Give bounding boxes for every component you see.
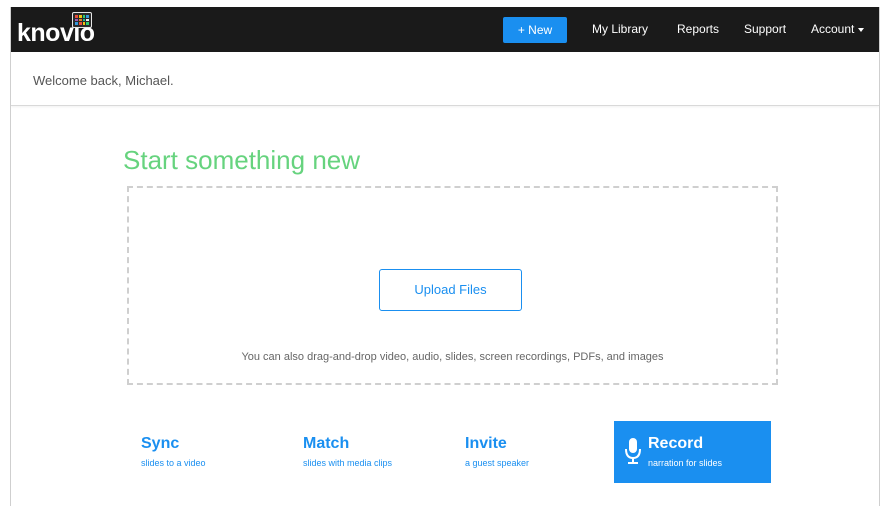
invite-title: Invite [465, 435, 507, 452]
new-button[interactable]: + New [503, 17, 567, 43]
welcome-message: Welcome back, Michael. [33, 73, 174, 88]
match-title: Match [303, 435, 350, 452]
app-window: knovio + New My Library Reports Support … [10, 7, 880, 506]
nav-reports[interactable]: Reports [677, 22, 719, 36]
record-subtitle: narration for slides [648, 458, 723, 468]
page-title: Start something new [123, 145, 361, 175]
microphone-icon [625, 438, 641, 464]
sync-option[interactable]: Sync slides to a video [127, 421, 284, 483]
top-navigation-bar: knovio + New My Library Reports Support … [11, 7, 879, 52]
match-subtitle: slides with media clips [303, 458, 393, 468]
record-option[interactable]: Record narration for slides [614, 421, 771, 483]
nav-support[interactable]: Support [744, 22, 786, 36]
invite-subtitle: a guest speaker [465, 458, 530, 468]
nav-account-menu[interactable]: Account [811, 22, 865, 36]
nav-my-library[interactable]: My Library [592, 22, 648, 36]
upload-files-button[interactable]: Upload Files [379, 269, 522, 311]
match-option[interactable]: Match slides with media clips [289, 421, 446, 483]
sync-subtitle: slides to a video [141, 458, 206, 468]
knovio-logo[interactable]: knovio [17, 10, 117, 50]
record-title: Record [648, 435, 704, 452]
account-label: Account [811, 22, 855, 36]
logo-grid-icon [72, 12, 92, 28]
caret-down-icon [858, 27, 865, 32]
start-options: Sync slides to a video Match slides with… [127, 421, 777, 483]
sync-title: Sync [141, 435, 180, 452]
invite-option[interactable]: Invite a guest speaker [451, 421, 608, 483]
file-dropzone[interactable]: Upload Files You can also drag-and-drop … [127, 186, 778, 385]
welcome-bar: Welcome back, Michael. [11, 52, 879, 106]
dropzone-hint: You can also drag-and-drop video, audio,… [241, 351, 664, 363]
